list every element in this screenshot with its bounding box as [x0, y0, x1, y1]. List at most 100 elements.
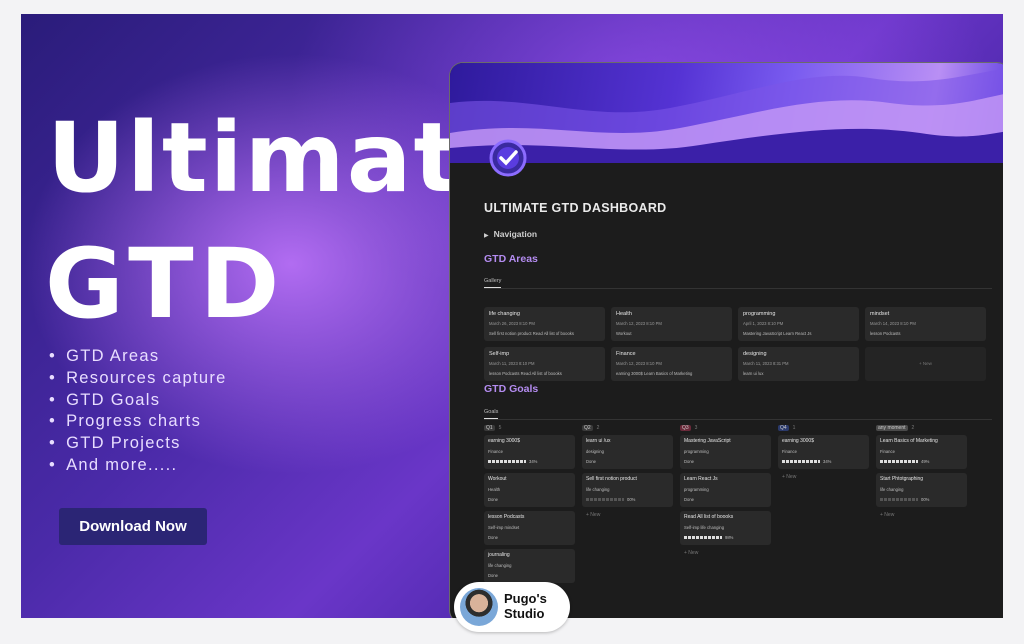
goal-name: Read All list of boooks: [684, 514, 734, 520]
goal-name: lesson Podcasts: [488, 514, 525, 520]
area-date: March 12, 2023 8:10 PM: [616, 361, 662, 366]
goals-view-tab[interactable]: Goals: [484, 409, 499, 419]
goal-name: Mastering JavaScript: [684, 438, 731, 444]
goal-status: Done: [586, 459, 597, 464]
area-card[interactable]: Health March 12, 2023 8:10 PM Workout: [611, 307, 732, 341]
goal-area: Self-imp mindset: [488, 525, 520, 530]
area-date: March 14, 2023 8:10 PM: [870, 321, 916, 326]
goal-area: Finance: [488, 449, 503, 454]
goal-status: 34%: [823, 459, 832, 464]
column-label: Q3: [680, 425, 691, 431]
navigation-label: Navigation: [493, 229, 538, 239]
cover-image: [450, 63, 1003, 163]
area-name: Self-imp: [489, 351, 510, 357]
checkmark-badge-icon: [489, 139, 527, 177]
area-card[interactable]: Finance March 12, 2023 8:10 PM earning 300…: [611, 347, 732, 381]
goal-card[interactable]: journaling life changing Done: [484, 549, 575, 583]
progress-bar: [880, 498, 918, 502]
goal-area: life changing: [880, 487, 904, 492]
goal-progress: Done: [488, 535, 498, 540]
goal-area: Self-imp life changing: [684, 525, 725, 530]
studio-badge: Pugo's Studio: [454, 582, 570, 632]
areas-heading: GTD Areas: [484, 253, 538, 265]
goal-status: 98%: [725, 535, 734, 540]
goal-status: 00%: [921, 497, 930, 502]
goal-progress: Done: [488, 573, 498, 578]
column-count: 1: [792, 425, 796, 431]
goal-progress: Done: [488, 497, 498, 502]
goal-card[interactable]: Learn Basics of Marketing Finance 49%: [876, 435, 967, 469]
goal-card[interactable]: Sell first notion product life changing 00…: [582, 473, 673, 507]
progress-bar: [880, 460, 918, 464]
area-card[interactable]: Self-imp March 11, 2023 8:10 PM lesson Pod…: [484, 347, 605, 381]
area-card[interactable]: mindset March 14, 2023 8:10 PM lesson Podc…: [865, 307, 986, 341]
area-tags: lesson Podcasts Read All list of boooks: [489, 371, 562, 376]
area-date: March 26, 2023 8:10 PM: [489, 321, 535, 326]
goal-card[interactable]: Learn React Js programming Done: [680, 473, 771, 507]
goal-name: Workout: [488, 476, 507, 482]
goal-status: 00%: [627, 497, 636, 502]
progress-bar: [488, 460, 526, 464]
area-tags: earning 3000$ Learn Basics of Marketing: [616, 371, 693, 376]
goal-progress: Done: [586, 459, 596, 464]
navigation-toggle[interactable]: ▶ Navigation: [484, 229, 537, 239]
area-tags: Workout: [616, 331, 632, 336]
goal-card[interactable]: learn ui /ux designing Done: [582, 435, 673, 469]
column-header: Q1 5: [484, 425, 501, 431]
triangle-right-icon: ▶: [484, 233, 489, 239]
goal-name: Start Phtotgraphing: [880, 476, 924, 482]
new-goal-button[interactable]: + New: [880, 512, 894, 518]
new-goal-button[interactable]: + New: [782, 474, 796, 480]
column-header: Q4 1: [778, 425, 795, 431]
goal-progress: 00%: [880, 497, 929, 502]
area-card[interactable]: programming April 1, 2023 8:10 PM Masterin…: [738, 307, 859, 341]
goal-name: earning 3000$: [488, 438, 520, 444]
goal-card[interactable]: earning 3000$ Finance 34%: [778, 435, 869, 469]
goal-status: Done: [488, 573, 499, 578]
goal-card[interactable]: Mastering JavaScript programming Done: [680, 435, 771, 469]
goal-card[interactable]: earning 3000$ Finance 34%: [484, 435, 575, 469]
areas-view-tab[interactable]: Gallery: [484, 278, 502, 288]
goal-progress: Done: [684, 459, 694, 464]
goal-card[interactable]: lesson Podcasts Self-imp mindset Done: [484, 511, 575, 545]
area-card[interactable]: designing March 11, 2023 8:31 PM learn ui …: [738, 347, 859, 381]
divider: [484, 419, 992, 420]
feature-item: Progress charts: [49, 411, 227, 433]
area-name: designing: [743, 351, 767, 357]
feature-item: GTD Areas: [49, 346, 227, 368]
goal-card[interactable]: Read All list of boooks Self-imp life cha…: [680, 511, 771, 545]
progress-bar: [586, 498, 624, 502]
goal-area: Health: [488, 487, 501, 492]
dashboard-title: ULTIMATE GTD DASHBOARD: [484, 201, 667, 215]
feature-item: GTD Goals: [49, 390, 227, 412]
goal-area: life changing: [586, 487, 610, 492]
goal-status: 49%: [921, 459, 930, 464]
goal-area: programming: [684, 487, 709, 492]
new-area-button[interactable]: + New: [865, 347, 986, 381]
area-card[interactable]: life changing March 26, 2023 8:10 PM Sell …: [484, 307, 605, 341]
column-label: any moment: [876, 425, 908, 431]
column-header: any moment 2: [876, 425, 914, 431]
column-count: 5: [498, 425, 502, 431]
area-tags: Mastering JavaScript Learn React Js: [743, 331, 812, 336]
goal-name: earning 3000$: [782, 438, 814, 444]
new-goal-button[interactable]: + New: [586, 512, 600, 518]
goal-name: Learn Basics of Marketing: [880, 438, 938, 444]
goal-progress: 00%: [586, 497, 635, 502]
area-name: life changing: [489, 311, 520, 317]
goal-card[interactable]: Workout Health Done: [484, 473, 575, 507]
column-header: Q2 2: [582, 425, 599, 431]
goal-area: Finance: [782, 449, 797, 454]
goal-status: Done: [684, 497, 695, 502]
new-goal-button[interactable]: + New: [684, 550, 698, 556]
feature-item: Resources capture: [49, 368, 227, 390]
goal-status: Done: [488, 535, 499, 540]
feature-item: And more.....: [49, 455, 227, 477]
goal-name: Sell first notion product: [586, 476, 637, 482]
download-button[interactable]: Download Now: [59, 508, 207, 545]
avatar: [460, 588, 498, 626]
column-label: Q1: [484, 425, 495, 431]
goal-card[interactable]: Start Phtotgraphing life changing 00%: [876, 473, 967, 507]
goal-area: programming: [684, 449, 709, 454]
area-date: March 11, 2023 8:10 PM: [489, 361, 535, 366]
